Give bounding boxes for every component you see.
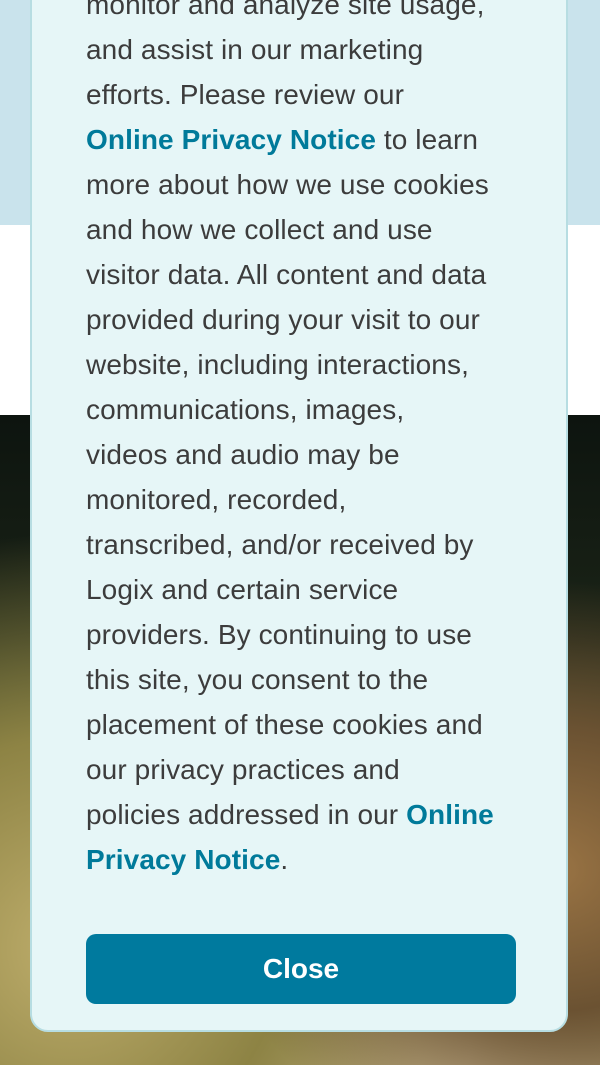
notice-line: monitor and analyze site usage,: [86, 0, 485, 20]
cookie-notice-text: monitor and analyze site usage, and assi…: [86, 0, 526, 882]
notice-line: and assist in our marketing: [86, 34, 424, 65]
notice-line: videos and audio may be: [86, 439, 400, 470]
final-period: .: [280, 844, 289, 875]
notice-line: efforts. Please review our: [86, 79, 405, 110]
notice-line: communications, images,: [86, 394, 405, 425]
notice-line: this site, you consent to the: [86, 664, 429, 695]
notice-line: visitor data. All content and data: [86, 259, 487, 290]
privacy-notice-link-2[interactable]: Online: [406, 799, 494, 830]
notice-line: and how we collect and use: [86, 214, 433, 245]
notice-line: placement of these cookies and: [86, 709, 483, 740]
notice-line: monitored, recorded,: [86, 484, 347, 515]
notice-text-fragment: to learn: [376, 124, 479, 155]
notice-line: Logix and certain service: [86, 574, 399, 605]
notice-line: transcribed, and/or received by: [86, 529, 474, 560]
cookie-consent-modal: monitor and analyze site usage, and assi…: [30, 0, 568, 1032]
notice-line: providers. By continuing to use: [86, 619, 472, 650]
privacy-notice-link[interactable]: Online Privacy Notice: [86, 124, 376, 155]
notice-line-with-link: policies addressed in our Online: [86, 792, 526, 837]
close-button[interactable]: Close: [86, 934, 516, 1004]
notice-line: provided during your visit to our: [86, 304, 480, 335]
notice-line: website, including interactions,: [86, 349, 469, 380]
privacy-notice-link-2-continued[interactable]: Privacy Notice: [86, 844, 280, 875]
notice-line-with-link: Online Privacy Notice to learn: [86, 117, 526, 162]
notice-line-with-link: Privacy Notice.: [86, 837, 526, 882]
notice-line: our privacy practices and: [86, 754, 400, 785]
notice-line: more about how we use cookies: [86, 169, 489, 200]
notice-text-fragment: policies addressed in our: [86, 799, 399, 830]
